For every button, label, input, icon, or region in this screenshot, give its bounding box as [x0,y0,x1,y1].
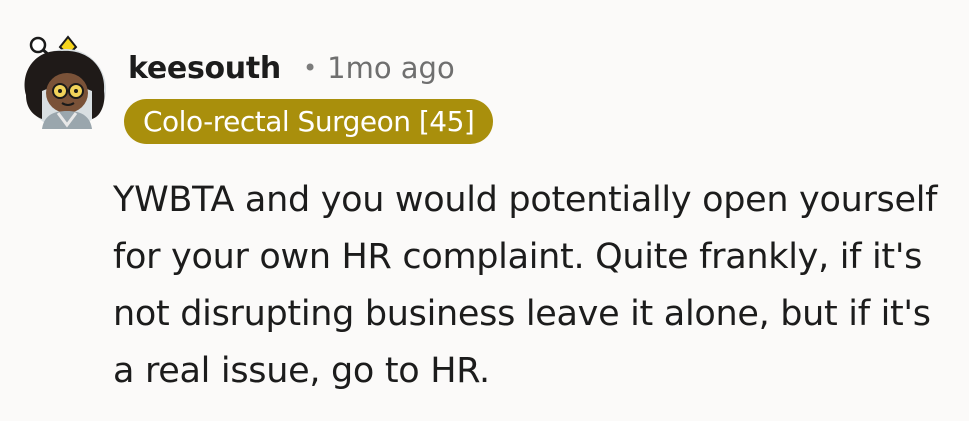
comment-meta: keesouth • 1mo ago [128,48,455,88]
username-link[interactable]: keesouth [128,51,281,86]
user-flair-badge: Colo-rectal Surgeon [45] [124,99,494,144]
comment-body: YWBTA and you would potentially open you… [113,180,938,391]
user-avatar[interactable] [20,35,112,131]
avatar-icon [24,35,106,129]
comment-timestamp[interactable]: 1mo ago [327,51,455,85]
comment: keesouth • 1mo ago Colo-rectal Surgeon [… [0,0,969,421]
separator-dot: • [302,54,318,82]
